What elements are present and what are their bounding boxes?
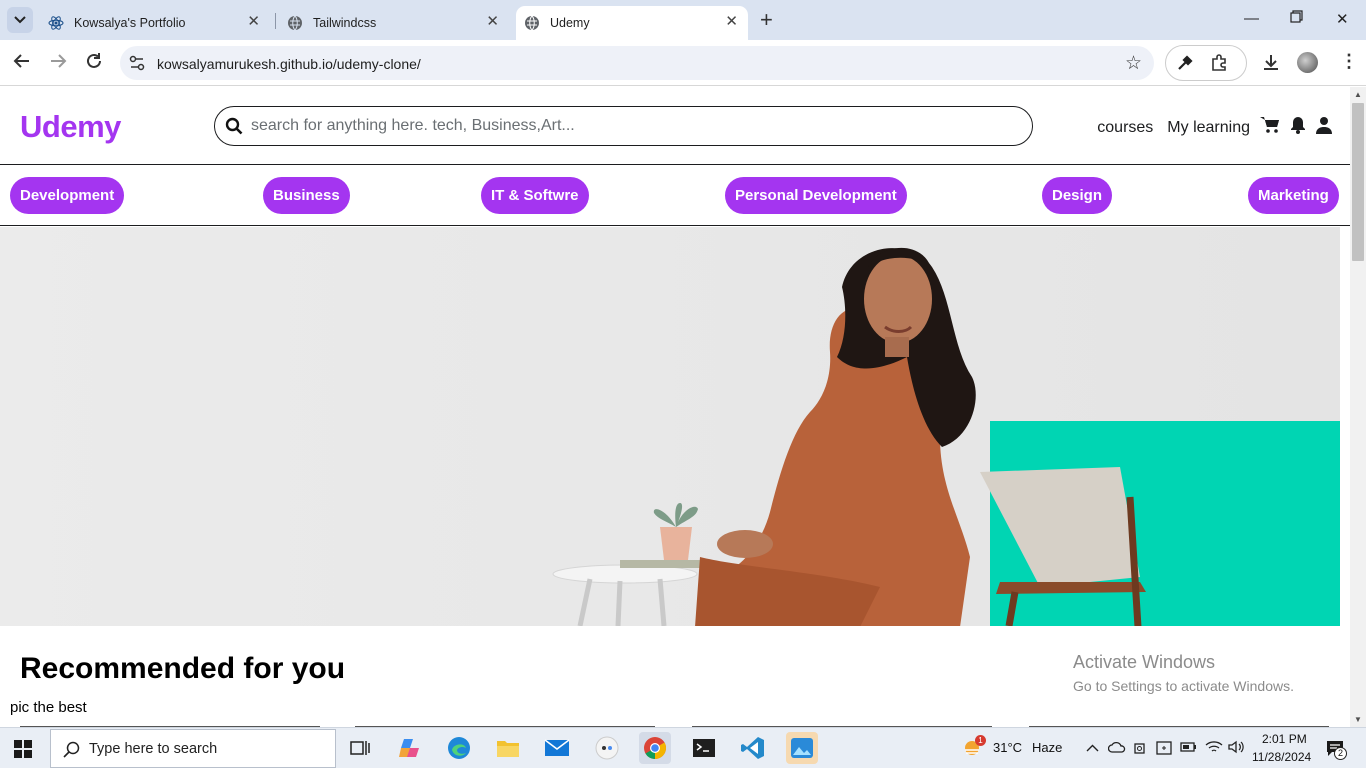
close-tab-icon[interactable]: ✕ [247,14,260,30]
eyedropper-icon[interactable] [1176,54,1194,77]
category-personal-development[interactable]: Personal Development [725,177,907,214]
forward-icon[interactable] [49,52,67,75]
tab-title: Tailwindcss [313,16,377,30]
notification-center-icon[interactable]: 2 [1325,739,1347,762]
site-info-icon[interactable] [129,55,145,76]
app-launcher-icon[interactable] [591,732,623,764]
terminal-icon[interactable] [688,732,720,764]
category-design[interactable]: Design [1042,177,1113,214]
windows-taskbar: Type here to search 1 31°C Haze 2:01 PM … [0,727,1366,768]
chrome-icon[interactable] [639,732,671,764]
weather-condition[interactable]: Haze [1032,740,1062,755]
taskbar-search-placeholder: Type here to search [89,741,218,757]
hero-illustration [0,227,1340,626]
category-business[interactable]: Business [263,177,350,214]
search-icon [225,117,243,140]
watermark-line: Activate Windows [1073,652,1216,672]
address-bar[interactable]: kowsalyamurukesh.github.io/udemy-clone/ … [120,46,1154,80]
page-scrollbar[interactable]: ▲ ▼ [1350,87,1366,727]
vscode-icon[interactable] [737,732,769,764]
bell-icon[interactable] [1290,116,1306,139]
kebab-menu-icon[interactable]: ⋮ [1340,51,1358,72]
my-learning-link[interactable]: My learning [1167,119,1250,137]
tab-title: Kowsalya's Portfolio [74,16,186,30]
url-text: kowsalyamurukesh.github.io/udemy-clone/ [157,56,421,72]
webpage: Udemy courses My learning Development Bu… [0,87,1350,727]
close-window-icon[interactable]: ✕ [1336,10,1349,28]
scroll-up-arrow-icon[interactable]: ▲ [1354,90,1362,99]
copilot-icon[interactable] [394,732,426,764]
category-development[interactable]: Development [10,177,125,214]
globe-icon [287,15,303,31]
bookmark-star-icon[interactable]: ☆ [1125,52,1142,75]
search-icon [63,741,80,762]
notification-count-badge: 2 [1334,747,1347,760]
search-bar[interactable] [214,106,1033,146]
close-tab-icon[interactable]: ✕ [725,14,738,30]
wifi-icon[interactable] [1205,740,1223,757]
taskbar-search-box[interactable]: Type here to search [50,729,336,768]
weather-temp[interactable]: 31°C [993,740,1022,755]
category-it-software[interactable]: IT & Softwre [481,177,589,214]
recommended-heading: Recommended for you [20,652,346,685]
mail-icon[interactable] [541,732,573,764]
react-icon [48,15,64,31]
user-icon[interactable] [1316,116,1332,139]
windows-activation-watermark: Activate Windows Go to Settings to activ… [1073,652,1294,694]
battery-icon[interactable] [1180,741,1198,756]
volume-icon[interactable] [1228,740,1246,757]
task-view-icon[interactable] [344,732,376,764]
show-hidden-icons-icon[interactable] [1086,741,1099,756]
scroll-down-arrow-icon[interactable]: ▼ [1354,715,1362,724]
clock-time[interactable]: 2:01 PM [1262,732,1307,746]
back-icon[interactable] [13,52,31,75]
tab-kowsalya-portfolio[interactable]: Kowsalya's Portfolio ✕ [38,6,270,40]
reload-icon[interactable] [85,52,103,75]
edge-icon[interactable] [443,732,475,764]
close-tab-icon[interactable]: ✕ [486,14,499,30]
cart-icon[interactable] [1260,116,1280,139]
windows-start-icon[interactable] [14,740,32,763]
tab-separator [275,13,276,29]
download-icon[interactable] [1262,53,1280,76]
extensions-puzzle-icon[interactable] [1210,54,1228,77]
watermark-line: Go to Settings to activate Windows. [1073,678,1294,694]
recommended-subtitle: pic the best [10,699,87,716]
meet-now-icon[interactable] [1133,740,1147,759]
browser-toolbar: kowsalyamurukesh.github.io/udemy-clone/ … [0,40,1366,86]
minimize-icon[interactable]: — [1244,10,1259,27]
weather-icon[interactable]: 1 [962,735,986,763]
tab-udemy[interactable]: Udemy ✕ [516,6,748,40]
weather-alert-badge: 1 [975,735,986,746]
tab-title: Udemy [550,16,590,30]
screen-capture-icon[interactable] [1156,740,1174,759]
header-nav: courses My learning [1097,116,1332,139]
scrollbar-thumb[interactable] [1352,103,1364,261]
profile-avatar[interactable] [1297,52,1318,73]
category-marketing[interactable]: Marketing [1248,177,1339,214]
file-explorer-icon[interactable] [492,732,524,764]
globe-icon [524,15,540,31]
category-bar: Development Business IT & Softwre Person… [0,165,1350,226]
onedrive-icon[interactable] [1107,741,1126,756]
tab-search-dropdown-icon[interactable] [7,7,33,33]
tab-tailwindcss[interactable]: Tailwindcss ✕ [277,6,509,40]
new-tab-button[interactable]: + [760,7,773,33]
extension-group [1165,45,1247,81]
clock-date[interactable]: 11/28/2024 [1252,750,1311,764]
restore-icon[interactable] [1290,10,1303,27]
hero-banner-image [0,227,1340,626]
tab-bar: Kowsalya's Portfolio ✕ Tailwindcss ✕ Ude… [0,0,1366,40]
photos-icon[interactable] [786,732,818,764]
udemy-logo[interactable]: Udemy [20,109,121,145]
courses-link[interactable]: courses [1097,119,1153,137]
search-input[interactable] [251,115,1011,137]
